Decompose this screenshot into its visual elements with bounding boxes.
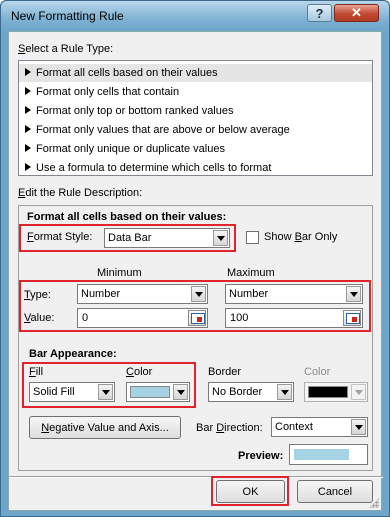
preview-label: Preview: (238, 450, 284, 462)
rule-type-item[interactable]: Use a formula to determine which cells t… (19, 159, 372, 177)
rule-type-item[interactable]: Format only unique or duplicate values (19, 140, 372, 158)
format-style-highlight (19, 224, 236, 252)
bar-direction-value: Context (275, 421, 313, 433)
bar-direction-dropdown[interactable]: Context (271, 417, 368, 437)
cancel-label: Cancel (317, 485, 353, 498)
maximum-label: Maximum (227, 267, 275, 279)
rule-type-item[interactable]: Format all cells based on their values (19, 64, 372, 82)
triangle-right-icon (25, 68, 31, 76)
triangle-right-icon (25, 163, 31, 171)
rule-type-label: Format only cells that contain (36, 86, 180, 98)
window-title: New Formatting Rule (11, 9, 124, 23)
rule-type-label: Format only values that are above or bel… (36, 124, 290, 136)
bar-appearance-highlight (22, 362, 196, 408)
rule-type-label: Use a formula to determine which cells t… (36, 162, 272, 174)
chevron-down-icon[interactable] (351, 419, 366, 435)
rule-description-subheading: Format all cells based on their values: (27, 211, 227, 223)
show-bar-only-label: Show Bar Only (264, 231, 338, 243)
chevron-down-icon[interactable] (351, 384, 366, 400)
border-label: Border (208, 366, 242, 378)
triangle-right-icon (25, 144, 31, 152)
close-button[interactable]: ✕ (334, 4, 379, 22)
rule-type-item[interactable]: Format only top or bottom ranked values (19, 102, 372, 120)
border-color-picker[interactable] (304, 382, 368, 402)
rule-type-list[interactable]: Format all cells based on their values Fo… (18, 60, 373, 176)
rule-type-label: Format all cells based on their values (36, 67, 218, 79)
dialog-window: New Formatting Rule ? ✕ Select a Rule Ty… (0, 0, 390, 517)
cancel-button[interactable]: Cancel (297, 480, 373, 503)
footer-separator (9, 476, 383, 478)
ok-button-highlight (211, 476, 289, 506)
rule-type-label: Format only top or bottom ranked values (36, 105, 234, 117)
rule-type-heading: Select a Rule Type: (18, 43, 114, 55)
rule-type-item[interactable]: Format only values that are above or bel… (19, 121, 372, 139)
preview-data-bar (294, 449, 349, 460)
triangle-right-icon (25, 106, 31, 114)
bar-direction-label: Bar Direction: (196, 422, 263, 434)
border-type-dropdown[interactable]: No Border (208, 382, 294, 402)
negative-value-and-axis-label: Negative Value and Axis... (41, 421, 169, 434)
border-type-value: No Border (212, 386, 263, 398)
triangle-right-icon (25, 125, 31, 133)
triangle-right-icon (25, 87, 31, 95)
chevron-down-icon[interactable] (277, 384, 292, 400)
border-color-label: Color (304, 366, 331, 378)
dialog-body: Select a Rule Type: Format all cells bas… (8, 31, 383, 511)
rule-description-panel: Format all cells based on their values: … (18, 205, 373, 471)
minimum-label: Minimum (97, 267, 142, 279)
title-bar: New Formatting Rule ? ✕ (1, 1, 389, 31)
rule-description-heading: Edit the Rule Description: (18, 187, 143, 199)
preview-box (289, 444, 368, 465)
help-button[interactable]: ? (307, 4, 332, 22)
bar-appearance-heading: Bar Appearance: (29, 348, 117, 360)
close-icon: ✕ (351, 5, 362, 20)
rule-type-label: Format only unique or duplicate values (36, 143, 225, 155)
help-icon: ? (315, 5, 324, 21)
min-max-highlight (19, 280, 371, 332)
show-bar-only-checkbox[interactable] (246, 231, 259, 244)
rule-type-item[interactable]: Format only cells that contain (19, 83, 372, 101)
border-color-swatch (308, 386, 348, 398)
negative-value-and-axis-button[interactable]: Negative Value and Axis... (29, 416, 181, 439)
